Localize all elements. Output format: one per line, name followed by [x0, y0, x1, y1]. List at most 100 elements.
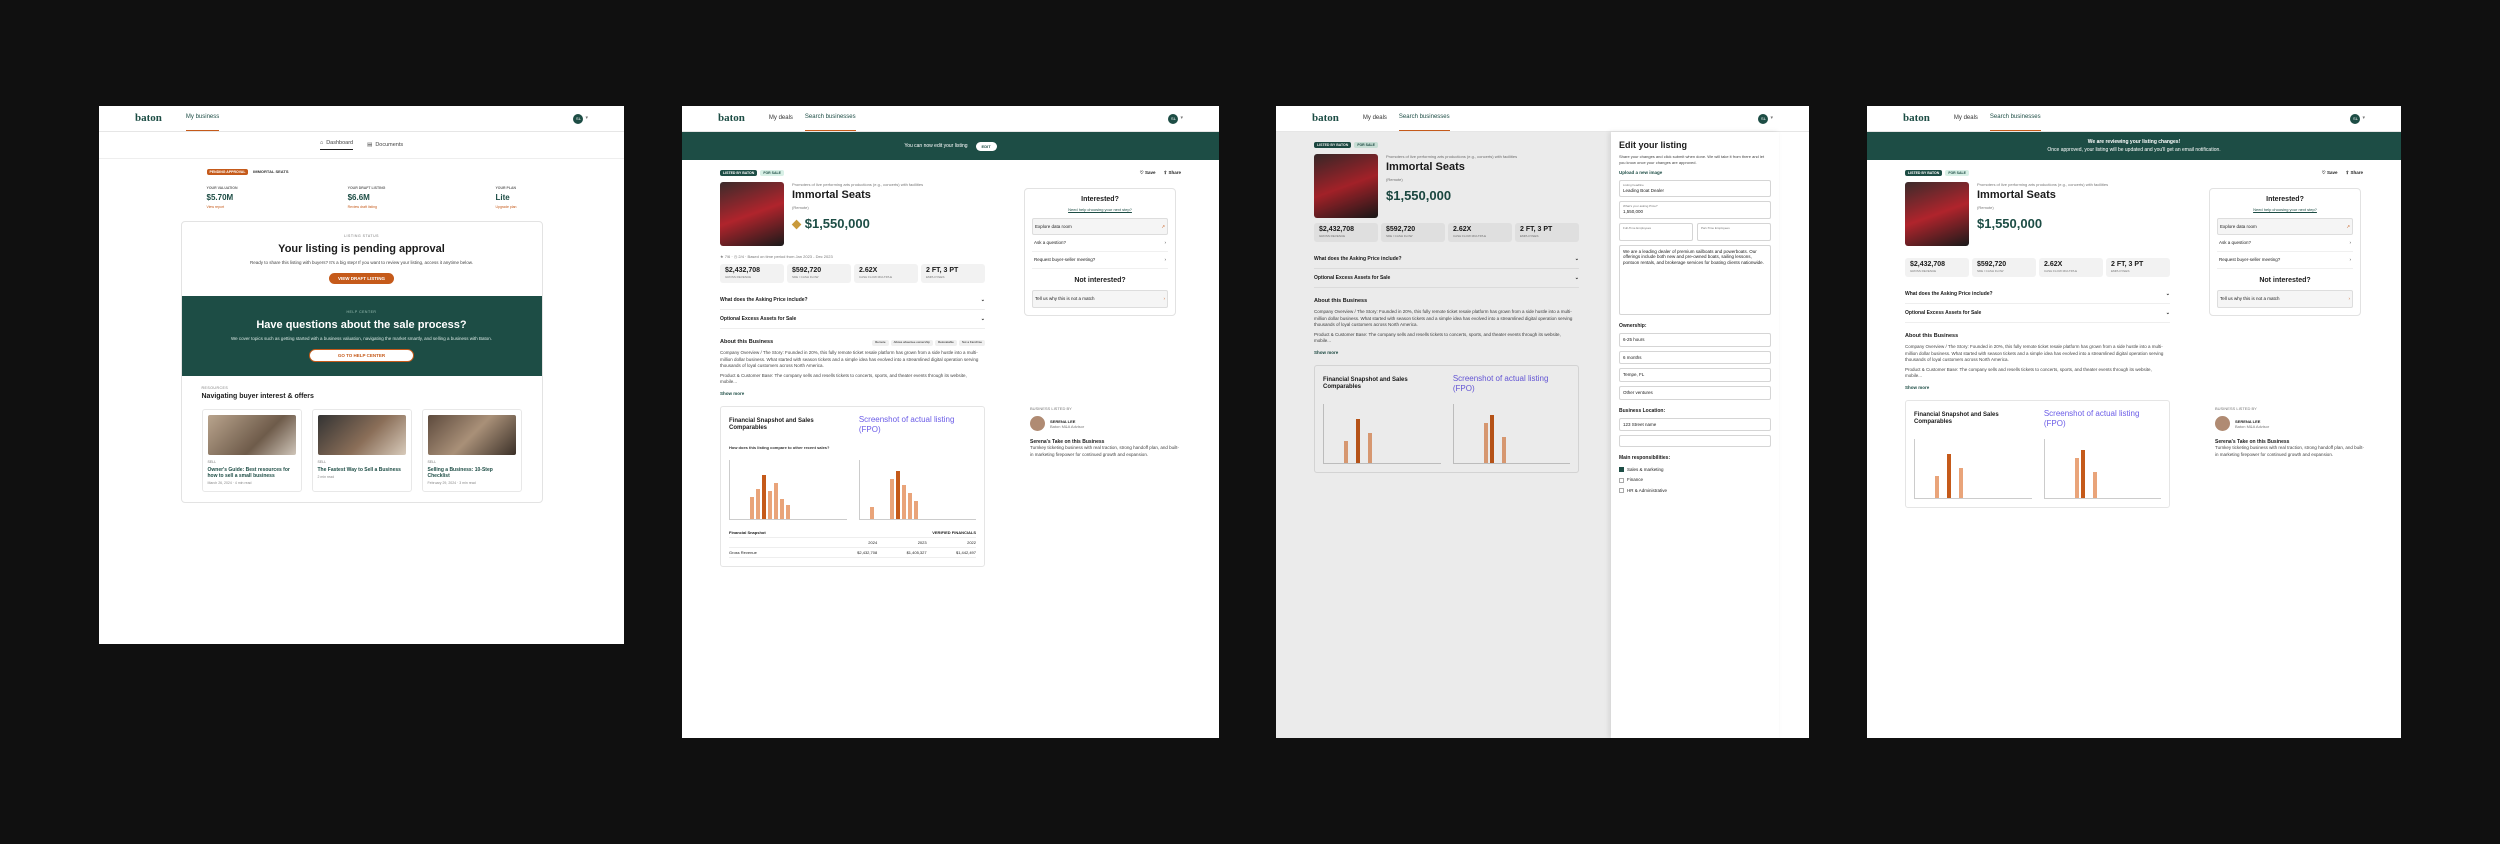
- tab-dashboard[interactable]: ⌂ Dashboard: [319, 140, 354, 150]
- interest-card: Interested? Need help choosing your next…: [2209, 188, 2361, 316]
- article-card[interactable]: SELL The Fastest Way to Sell a Business 2 …: [311, 409, 412, 492]
- dashboard-panel: baton My business SL ▾ ⌂ Dashboard ▤ Docume…: [99, 106, 624, 644]
- draft-name: IMMORTAL SEATS: [253, 168, 289, 174]
- ask-question-button[interactable]: Ask a question? ›: [1032, 235, 1168, 252]
- document-icon: ▤: [367, 141, 373, 148]
- article-card[interactable]: SELL Selling a Business: 10-Step Checklis…: [421, 409, 522, 492]
- broker-card: BUSINESS LISTED BY SERENA LEE Baton M&A A…: [2215, 406, 2364, 457]
- save-button[interactable]: ♡ Save: [1140, 170, 1156, 176]
- chevron-down-icon: ▾: [585, 115, 588, 122]
- edit-button[interactable]: EDIT: [975, 141, 997, 151]
- hours-select[interactable]: 6-25 hours: [1619, 333, 1771, 347]
- baton-logo[interactable]: baton: [1312, 112, 1339, 126]
- top-nav: baton My deals Search businesses SL ▾: [1867, 106, 2401, 132]
- request-meeting-button[interactable]: Request buyer-seller meeting? ›: [2217, 252, 2353, 269]
- months-field[interactable]: 6 months: [1619, 350, 1771, 365]
- kpi-plan: YOUR PLAN Lite Upgrade plan: [495, 186, 517, 209]
- full-time-field[interactable]: Full-Time Employees: [1619, 222, 1693, 241]
- dashboard-tabs: ⌂ Dashboard ▤ Documents: [99, 132, 624, 159]
- top-nav: baton My deals Search businesses SL ▾: [682, 106, 1219, 132]
- top-nav: baton My deals Search businesses SL ▾: [1276, 106, 1809, 132]
- listing-header: PENDING APPROVAL IMMORTAL SEATS YOUR VAL…: [206, 168, 517, 209]
- edit-listing-panel: baton My deals Search businesses SL ▾ LIS…: [1276, 106, 1809, 738]
- stat-cashflow: $592,720 SDE / CASH FLOW: [787, 264, 851, 283]
- user-avatar[interactable]: SL ▾: [2350, 113, 2365, 124]
- listing-body: ♡ Save ⇪ Share LISTED BY BATON FOR SALE Pr…: [1867, 160, 2401, 518]
- chevron-down-icon: ▾: [1770, 115, 1773, 122]
- upload-image-link[interactable]: Upload a new image: [1619, 170, 1771, 176]
- help-link[interactable]: Need help choosing your next step?: [1032, 207, 1168, 212]
- checkbox-hr[interactable]: HR & Administrative: [1619, 488, 1771, 494]
- page-overlay[interactable]: [1276, 132, 1636, 738]
- help-title: Have questions about the sale process?: [256, 318, 467, 331]
- article-image: [207, 415, 296, 456]
- asking-price-accordion[interactable]: What does the Asking Price include? ⌄: [720, 291, 985, 311]
- nav-search-businesses[interactable]: Search businesses: [804, 106, 856, 131]
- status-badge: PENDING APPROVAL: [206, 168, 249, 176]
- share-button[interactable]: ⇪ Share: [1163, 170, 1181, 176]
- status-card: LISTING STATUS Your listing is pending a…: [180, 221, 543, 503]
- nav-my-deals[interactable]: My deals: [1954, 107, 1978, 131]
- upgrade-plan-link[interactable]: Upgrade plan: [495, 205, 516, 209]
- view-report-link[interactable]: View report: [207, 205, 238, 209]
- chart-cashflow-multiple: [729, 460, 847, 521]
- ask-question-button[interactable]: Ask a question? ›: [2217, 235, 2353, 252]
- listing-status-section: LISTING STATUS Your listing is pending a…: [182, 222, 542, 296]
- part-time-field[interactable]: Part-Time Employees: [1697, 222, 1771, 241]
- chevron-right-icon: ›: [1164, 257, 1167, 262]
- user-avatar[interactable]: SL ▾: [1168, 113, 1183, 124]
- stat-employees: 2 FT, 3 PT EMPLOYEES: [921, 264, 985, 283]
- article-list: SELL Owner's Guide: Best resources for ho…: [201, 409, 522, 492]
- explore-data-room-button[interactable]: Explore data room ↗: [1032, 217, 1168, 236]
- description-field[interactable]: We are a leading dealer of premium sailb…: [1619, 244, 1771, 315]
- listing-image: [1905, 182, 1969, 247]
- kpi-draft: YOUR DRAFT LISTING $6.6M Review draft list…: [347, 186, 386, 209]
- stats-row: $2,432,708 GROSS REVENUE $592,720 SDE / CA…: [720, 264, 985, 283]
- user-avatar[interactable]: SL ▾: [573, 113, 588, 124]
- baton-logo[interactable]: baton: [718, 112, 745, 126]
- checkbox-sales[interactable]: Sales & marketing: [1619, 467, 1771, 473]
- listing-image: [720, 182, 784, 247]
- baton-logo[interactable]: baton: [135, 112, 162, 126]
- reason-select[interactable]: Other ventures: [1619, 385, 1771, 400]
- nav-my-deals[interactable]: My deals: [1363, 107, 1387, 131]
- not-a-match-button[interactable]: Tell us why this is not a match ›: [2217, 290, 2353, 308]
- broker-avatar: [1030, 416, 1045, 431]
- listing-badges: LISTED BY BATON FOR SALE: [720, 170, 1181, 177]
- checkbox-finance[interactable]: Finance: [1619, 477, 1771, 483]
- review-draft-link[interactable]: Review draft listing: [348, 205, 386, 209]
- edit-banner: You can now edit your listing EDIT: [682, 132, 1219, 160]
- nav-search-businesses[interactable]: Search businesses: [1989, 106, 2041, 131]
- address-2-field[interactable]: [1619, 435, 1771, 448]
- asking-price-field[interactable]: What's your asking Price? 1,550,000: [1619, 201, 1771, 219]
- nav-search-businesses[interactable]: Search businesses: [1398, 106, 1450, 131]
- interest-card: Interested? Need help choosing your next…: [1024, 188, 1176, 316]
- nav-my-business[interactable]: My business: [185, 106, 220, 131]
- show-more-link[interactable]: Show more: [720, 391, 985, 397]
- save-button[interactable]: ♡ Save: [2322, 170, 2338, 176]
- top-nav: baton My business SL ▾: [99, 106, 624, 132]
- nav-my-deals[interactable]: My deals: [769, 107, 793, 131]
- share-button[interactable]: ⇪ Share: [2345, 170, 2363, 176]
- not-a-match-button[interactable]: Tell us why this is not a match ›: [1032, 290, 1168, 308]
- baton-logo[interactable]: baton: [1903, 112, 1930, 126]
- feature-chips: Remote Allows absentee ownership Relocatab…: [872, 339, 985, 346]
- request-meeting-button[interactable]: Request buyer-seller meeting? ›: [1032, 252, 1168, 269]
- listing-price: ⬥ $1,550,000: [792, 216, 870, 232]
- city-field[interactable]: Tempe, FL: [1619, 368, 1771, 382]
- address-field[interactable]: 123 Street name: [1619, 417, 1771, 432]
- financial-table: Financial Snapshot VERIFIED FINANCIALS 20…: [729, 528, 976, 559]
- explore-data-room-button[interactable]: Explore data room ↗: [2217, 217, 2353, 236]
- headline-field[interactable]: Listing headline Leading Boat Dealer: [1619, 180, 1771, 198]
- article-card[interactable]: SELL Owner's Guide: Best resources for ho…: [201, 409, 302, 492]
- excess-assets-accordion[interactable]: Optional Excess Assets for Sale ⌄: [720, 310, 985, 330]
- about-section: About this Business Remote Allows absente…: [720, 339, 985, 396]
- tab-documents[interactable]: ▤ Documents: [367, 140, 403, 150]
- listing-actions: ♡ Save ⇪ Share: [1140, 170, 1181, 176]
- user-avatar[interactable]: SL ▾: [1758, 113, 1773, 124]
- edit-listing-drawer: Edit your listing Share your changes and…: [1611, 132, 1779, 738]
- view-draft-listing-button[interactable]: VIEW DRAFT LISTING: [329, 272, 394, 285]
- chevron-right-icon: ›: [1163, 296, 1166, 302]
- chart-sales-price: [858, 460, 976, 521]
- go-to-help-center-button[interactable]: GO TO HELP CENTER: [308, 348, 415, 363]
